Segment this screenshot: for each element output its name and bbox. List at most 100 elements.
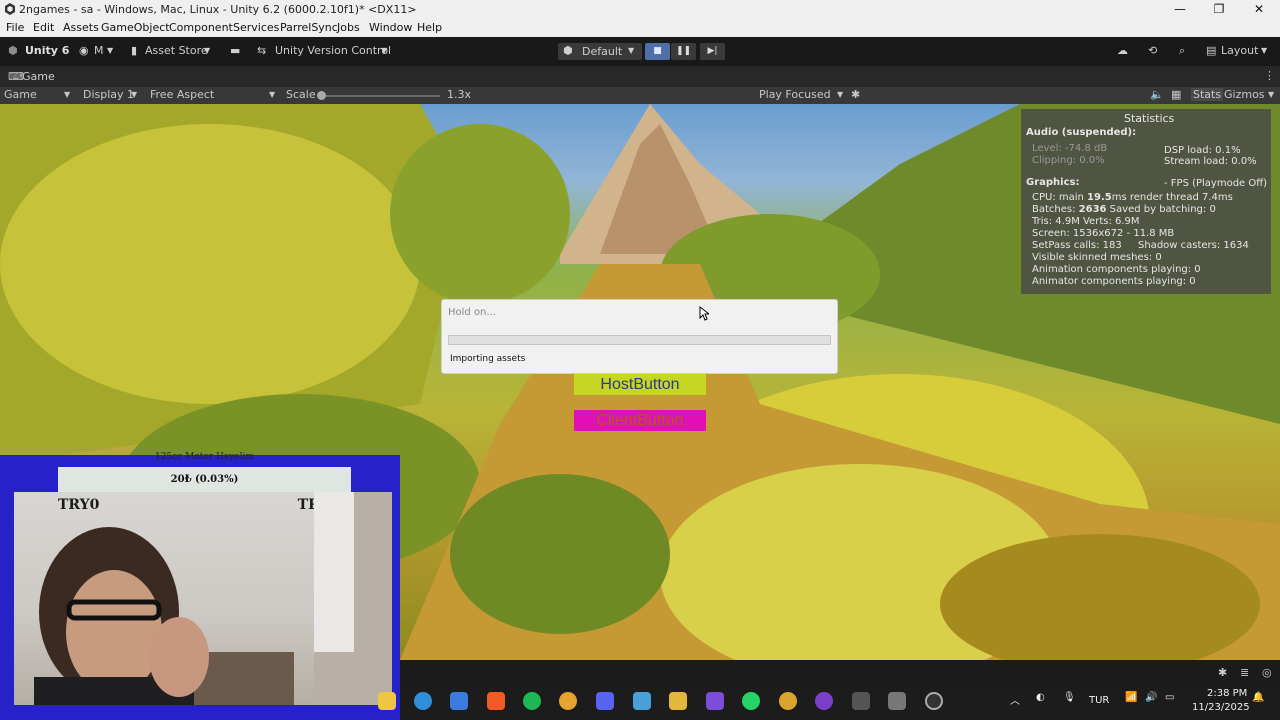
clock-time[interactable]: 2:38 PM [1207,688,1247,699]
screen-stats: Screen: 1536x672 - 11.8 MB [1032,228,1175,239]
menu-edit[interactable]: Edit [33,21,54,34]
battery-icon[interactable]: ▭ [1165,692,1174,703]
donation-goal-title: 125cc Motor Hayalim [155,452,254,462]
scale-slider[interactable] [317,91,440,100]
donation-progress-bar: 20₺ (0.03%) [58,467,351,492]
file-explorer-icon[interactable] [378,692,396,710]
package-icon[interactable]: ▬ [230,44,240,57]
spotify-icon[interactable] [523,692,541,710]
history-icon[interactable]: ⟲ [1148,44,1157,57]
check-circle-icon[interactable]: ◎ [1262,666,1272,679]
chevron-down-icon[interactable]: ▼ [131,90,137,99]
audio-mute-icon[interactable]: 🔈 [1150,88,1164,101]
menu-assets[interactable]: Assets [63,21,99,34]
brave-icon[interactable] [487,692,505,710]
menu-window[interactable]: Window [369,21,412,34]
pause-button[interactable]: ❚❚ [671,43,696,60]
app-icon[interactable] [633,692,651,710]
batches-value: 2636 [1078,204,1107,215]
dialog-title: Hold on... [448,307,496,318]
fps-readout: - FPS (Playmode Off) [1164,178,1268,189]
language-indicator[interactable]: TUR [1089,695,1109,706]
chevron-up-icon[interactable]: ︿ [1010,692,1020,707]
cpu-main: 19.5 [1087,192,1112,203]
search-icon[interactable]: ⌕ [1179,44,1185,58]
editor-tab-row: ⌨ Game ⋮ [0,66,1280,87]
audio-clipping: Clipping: 0.0% [1032,155,1105,166]
shadow-casters: Shadow casters: 1634 [1138,240,1249,251]
layout-button[interactable]: Layout [1221,44,1258,57]
chevron-down-icon[interactable]: ▼ [204,46,210,55]
github-icon[interactable] [815,692,833,710]
build-profile-dropdown[interactable]: ⬢ Default ▼ [558,43,642,60]
step-button[interactable]: ▶| [700,43,725,60]
more-options-icon[interactable]: ⋮ [1264,69,1275,82]
chevron-down-icon[interactable]: ▼ [64,90,70,99]
asset-store-button[interactable]: Asset Store [145,44,208,57]
debug-icon[interactable]: ✱ [1218,666,1227,679]
menu-help[interactable]: Help [417,21,442,34]
unity-logo-icon [5,3,15,15]
menu-jobs[interactable]: Jobs [337,21,360,34]
wifi-icon[interactable]: 📶 [1125,692,1137,703]
scale-label: Scale [286,88,316,101]
tab-game[interactable]: Game [22,70,55,83]
mouse-cursor-icon [699,306,709,321]
menu-file[interactable]: File [6,21,24,34]
display-dropdown[interactable]: Display 1 [83,88,134,101]
account-icon: ◉ [79,44,89,57]
stop-button[interactable]: ■ [645,43,670,60]
edge-icon[interactable] [414,692,432,710]
chevron-down-icon[interactable]: ▼ [269,90,275,99]
store-icon[interactable] [450,692,468,710]
obsidian-icon[interactable] [706,692,724,710]
menu-services[interactable]: Services [233,21,279,34]
unity-taskbar-icon[interactable] [888,692,906,710]
clock-date[interactable]: 11/23/2025 [1192,702,1250,713]
chevron-down-icon[interactable]: ▼ [381,46,387,55]
grid-icon[interactable]: ▦ [1171,88,1181,101]
stats-toggle[interactable]: Stats [1191,88,1224,101]
unity-icon: ⬢ [8,44,18,57]
game-view-toolbar: Game ▼ Display 1 ▼ Free Aspect ▼ Scale 1… [0,87,1280,104]
cloud-icon[interactable]: ☁ [1117,44,1128,57]
whatsapp-icon[interactable] [742,692,760,710]
gizmos-toggle[interactable]: Gizmos [1224,88,1265,101]
progress-bar [448,335,831,345]
unity-hub-icon[interactable] [852,692,870,710]
unity-version-button[interactable]: Unity 6 [25,44,69,57]
microphone-icon[interactable]: 🎙 [1063,692,1076,703]
client-button[interactable]: ClientButton [574,410,706,431]
security-icon[interactable]: ◐ [1036,692,1045,703]
chevron-down-icon[interactable]: ▼ [107,46,113,55]
obs-icon[interactable] [925,692,943,710]
layers-icon[interactable]: ≣ [1240,666,1249,679]
play-mode-dropdown[interactable]: Play Focused [759,88,831,101]
chrome-2-icon[interactable] [779,692,797,710]
scale-slider-handle[interactable] [317,91,326,100]
scale-value: 1.3x [447,88,472,101]
chevron-down-icon[interactable]: ▼ [1261,46,1267,55]
menu-parrelsync[interactable]: ParrelSync [280,21,338,34]
notes-icon[interactable] [669,692,687,710]
chevron-down-icon[interactable]: ▼ [1268,90,1274,99]
maximize-button[interactable]: ❐ [1199,0,1239,19]
account-button[interactable]: M [94,44,104,57]
chevron-down-icon: ▼ [628,46,635,55]
minimize-button[interactable]: — [1160,0,1200,19]
aspect-dropdown[interactable]: Free Aspect [150,88,214,101]
window-title: 2ngames - sa - Windows, Mac, Linux - Uni… [19,3,417,16]
discord-icon[interactable] [596,692,614,710]
animation-components: Animation components playing: 0 [1032,264,1201,275]
host-button[interactable]: HostButton [574,374,706,395]
menu-gameobject[interactable]: GameObject [101,21,170,34]
version-control-button[interactable]: Unity Version Control [275,44,391,57]
view-dropdown[interactable]: Game [4,88,37,101]
chevron-down-icon[interactable]: ▼ [837,90,843,99]
close-button[interactable]: ✕ [1239,0,1279,19]
notifications-icon[interactable]: 🔔 [1252,692,1264,703]
menu-component[interactable]: Component [169,21,233,34]
volume-icon[interactable]: 🔊 [1145,692,1157,703]
chrome-icon[interactable] [559,692,577,710]
bug-icon[interactable]: ✱ [851,88,860,101]
